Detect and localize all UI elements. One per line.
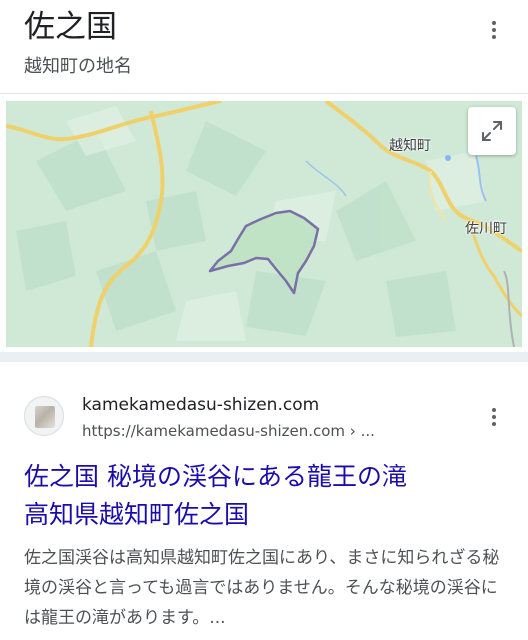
result-title-line1: 佐之国 秘境の渓谷にある龍王の滝: [24, 462, 407, 491]
result-snippet: 佐之国渓谷は高知県越知町佐之国にあり、まさに知られざる秘境の渓谷と言っても過言で…: [24, 548, 500, 628]
site-url-suffix: › ...: [345, 422, 375, 440]
result-title-line2: 高知県越知町佐之国: [24, 500, 250, 529]
header-divider: [0, 93, 528, 94]
section-separator: [0, 352, 528, 362]
site-url-text: https://kamekamedasu-shizen.com: [82, 422, 346, 440]
site-favicon[interactable]: [24, 396, 64, 436]
more-options-icon[interactable]: [482, 18, 506, 42]
place-subtitle: 越知町の地名: [24, 56, 132, 77]
map-view[interactable]: [6, 101, 522, 347]
result-more-options-icon[interactable]: [482, 405, 506, 429]
expand-icon: [482, 121, 502, 141]
site-name[interactable]: kamekamedasu-shizen.com: [82, 393, 319, 417]
result-title-link[interactable]: 佐之国 秘境の渓谷にある龍王の滝 高知県越知町佐之国: [24, 458, 504, 534]
place-title: 佐之国: [24, 9, 117, 45]
site-url[interactable]: https://kamekamedasu-shizen.com › ...: [82, 420, 375, 442]
expand-map-button[interactable]: [468, 107, 516, 155]
map-label-sakawa: 佐川町: [465, 221, 507, 237]
map-label-ochi: 越知町: [389, 138, 431, 154]
